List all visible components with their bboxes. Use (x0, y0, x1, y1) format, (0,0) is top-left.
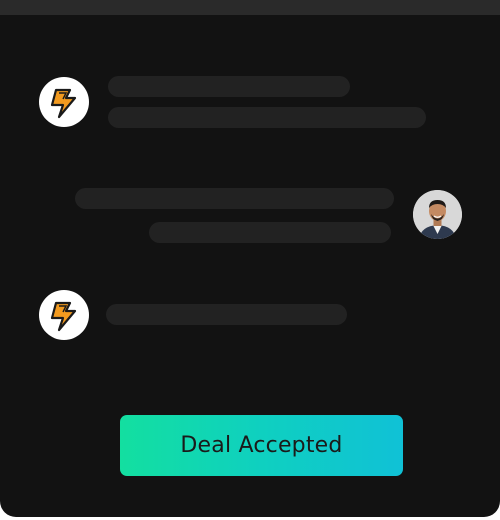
message-placeholder-line (106, 304, 347, 325)
user-avatar (413, 190, 462, 239)
message-placeholder-line (108, 76, 350, 97)
user-photo-avatar (413, 190, 462, 239)
brand-lightning-logo-icon (40, 78, 88, 126)
brand-avatar (39, 77, 89, 127)
deal-accepted-button[interactable]: Deal Accepted (120, 415, 403, 476)
brand-lightning-logo-icon (40, 291, 88, 339)
top-bar (0, 0, 500, 15)
message-placeholder-line (75, 188, 394, 209)
brand-avatar (39, 290, 89, 340)
message-placeholder-line (108, 107, 426, 128)
message-placeholder-line (149, 222, 391, 243)
chat-panel: Deal Accepted (0, 0, 500, 517)
deal-accepted-label: Deal Accepted (180, 433, 343, 458)
